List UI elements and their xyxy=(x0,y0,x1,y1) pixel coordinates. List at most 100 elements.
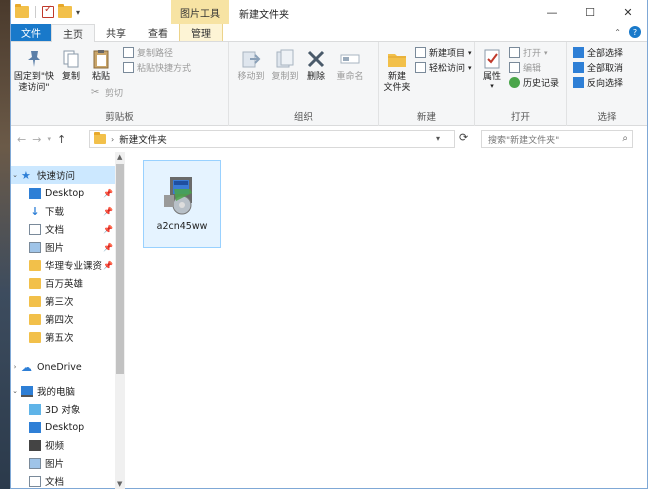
copy-button[interactable]: 复制 xyxy=(59,48,83,83)
new-folder-icon[interactable] xyxy=(58,4,72,18)
back-arrow-icon[interactable]: ← xyxy=(17,133,26,146)
address-dropdown-icon[interactable]: ▾ xyxy=(436,134,440,143)
nav-item-desktop[interactable]: Desktop xyxy=(11,418,115,436)
collapse-ribbon-icon[interactable]: ⌃ xyxy=(614,28,621,37)
search-icon[interactable]: ⌕ xyxy=(622,133,628,144)
nav-label: 第四次 xyxy=(45,315,74,326)
nav-scrollbar[interactable]: ▲ ▼ xyxy=(115,152,125,489)
expand-chevron-icon[interactable]: ⌄ xyxy=(11,171,19,179)
computer-icon xyxy=(21,385,33,397)
paste-shortcut-button[interactable]: 粘贴快捷方式 xyxy=(123,61,191,74)
help-icon[interactable]: ? xyxy=(629,26,641,38)
paste-button[interactable]: 粘贴 xyxy=(89,48,113,83)
nav-item-folder[interactable]: 百万英雄 xyxy=(11,274,115,292)
customize-toolbar-dropdown-icon[interactable]: ▾ xyxy=(76,8,80,17)
scissors-icon: ✂ xyxy=(91,87,100,98)
nav-item-folder[interactable]: 第三次 xyxy=(11,292,115,310)
nav-item-documents[interactable]: 文档 xyxy=(11,472,115,489)
document-icon xyxy=(29,223,41,235)
select-none-button[interactable]: 全部取消 xyxy=(573,61,623,74)
select-all-button[interactable]: 全部选择 xyxy=(573,46,623,59)
delete-button[interactable]: 删除 xyxy=(303,48,329,83)
easy-access-button[interactable]: 轻松访问 ▾ xyxy=(415,61,472,74)
file-item[interactable]: a2cn45ww xyxy=(143,160,221,248)
scroll-thumb[interactable] xyxy=(116,164,124,374)
copy-path-button[interactable]: 复制路径 xyxy=(123,46,173,59)
nav-item-documents[interactable]: 文档 📌 xyxy=(11,220,115,238)
group-new: 新建 文件夹 新建项目 ▾ 轻松访问 ▾ 新建 xyxy=(379,42,475,126)
forward-arrow-icon[interactable]: → xyxy=(32,133,41,146)
nav-item-3d-objects[interactable]: 3D 对象 xyxy=(11,400,115,418)
nav-quick-access[interactable]: ⌄ ★ 快速访问 xyxy=(11,166,115,184)
tab-view[interactable]: 查看 xyxy=(137,24,179,41)
move-to-button[interactable]: 移动到 xyxy=(235,48,267,83)
pin-to-quick-access-button[interactable]: 固定到"快 速访问" xyxy=(13,48,55,94)
nav-onedrive[interactable]: › ☁ OneDrive xyxy=(11,358,115,376)
nav-label: 3D 对象 xyxy=(45,405,81,416)
nav-label: 文档 xyxy=(45,225,65,236)
invert-selection-button[interactable]: 反向选择 xyxy=(573,76,623,89)
minimize-button[interactable]: — xyxy=(533,0,571,24)
pin-icon: 📌 xyxy=(103,224,113,234)
document-icon xyxy=(29,475,41,487)
cut-button[interactable]: ✂ 剪切 xyxy=(91,86,123,99)
up-arrow-icon[interactable]: ↑ xyxy=(57,133,66,146)
dropdown-icon: ▾ xyxy=(490,82,494,90)
nav-item-downloads[interactable]: ↓ 下载 📌 xyxy=(11,202,115,220)
picture-tools-tab[interactable]: 图片工具 xyxy=(171,0,229,24)
pin-icon: 📌 xyxy=(103,242,113,252)
address-bar[interactable]: › 新建文件夹 ▾ xyxy=(89,130,455,148)
nav-item-folder[interactable]: 第四次 xyxy=(11,310,115,328)
file-explorer-window: ▾ 图片工具 新建文件夹 — ☐ ✕ 文件 主页 共享 查看 管理 ⌃ ? 固定… xyxy=(10,0,648,489)
tab-share[interactable]: 共享 xyxy=(95,24,137,41)
breadcrumb-current[interactable]: 新建文件夹 xyxy=(119,132,167,146)
nav-item-desktop[interactable]: Desktop 📌 xyxy=(11,184,115,202)
tab-home[interactable]: 主页 xyxy=(51,24,95,42)
video-icon xyxy=(29,439,41,451)
new-item-button[interactable]: 新建项目 ▾ xyxy=(415,46,472,59)
search-input[interactable]: 搜索"新建文件夹" ⌕ xyxy=(481,130,633,148)
copy-to-button[interactable]: 复制到 xyxy=(269,48,301,83)
delete-label: 删除 xyxy=(306,72,325,82)
rename-button[interactable]: 重命名 xyxy=(331,48,369,83)
nav-item-videos[interactable]: 视频 xyxy=(11,436,115,454)
scroll-down-icon[interactable]: ▼ xyxy=(117,480,122,488)
edit-button[interactable]: 编辑 xyxy=(509,61,541,74)
folder-icon xyxy=(29,259,41,271)
group-select: 全部选择 全部取消 反向选择 选择 xyxy=(567,42,647,126)
edit-label: 编辑 xyxy=(523,64,542,74)
nav-item-folder[interactable]: 华理专业课资 📌 xyxy=(11,256,115,274)
cut-label: 剪切 xyxy=(105,89,124,99)
nav-item-pictures[interactable]: 图片 📌 xyxy=(11,238,115,256)
group-open: 属性 ▾ 打开 ▾ 编辑 历史记录 打开 xyxy=(475,42,567,126)
properties-check-icon[interactable] xyxy=(42,4,54,18)
open-button[interactable]: 打开 ▾ xyxy=(509,46,548,59)
maximize-button[interactable]: ☐ xyxy=(571,0,609,24)
tab-file[interactable]: 文件 xyxy=(11,24,51,41)
dropdown-icon: ▾ xyxy=(544,48,548,57)
divider xyxy=(35,6,36,18)
refresh-icon[interactable]: ⟳ xyxy=(459,131,468,144)
move-to-icon xyxy=(242,51,261,68)
nav-item-pictures[interactable]: 图片 xyxy=(11,454,115,472)
scroll-up-icon[interactable]: ▲ xyxy=(117,153,122,161)
nav-item-folder[interactable]: 第五次 xyxy=(11,328,115,346)
close-button[interactable]: ✕ xyxy=(609,0,647,24)
nav-this-pc[interactable]: ⌄ 我的电脑 xyxy=(11,382,115,400)
expand-chevron-icon[interactable]: ⌄ xyxy=(11,387,19,395)
history-button[interactable]: 历史记录 xyxy=(509,76,559,89)
copy-icon xyxy=(63,50,79,68)
tab-manage[interactable]: 管理 xyxy=(179,24,223,41)
rename-icon xyxy=(340,54,360,64)
new-group-label: 新建 xyxy=(416,112,436,123)
expand-chevron-icon[interactable]: › xyxy=(11,363,19,371)
recent-locations-icon[interactable]: ▾ xyxy=(47,135,51,143)
pictures-icon xyxy=(29,457,41,469)
star-icon: ★ xyxy=(21,168,31,182)
nav-label: Desktop xyxy=(45,187,85,199)
new-folder-button[interactable]: 新建 文件夹 xyxy=(381,48,413,94)
paste-label: 粘贴 xyxy=(91,72,110,82)
properties-button[interactable]: 属性 ▾ xyxy=(479,48,505,90)
invert-selection-label: 反向选择 xyxy=(587,79,624,89)
select-all-label: 全部选择 xyxy=(587,49,624,59)
